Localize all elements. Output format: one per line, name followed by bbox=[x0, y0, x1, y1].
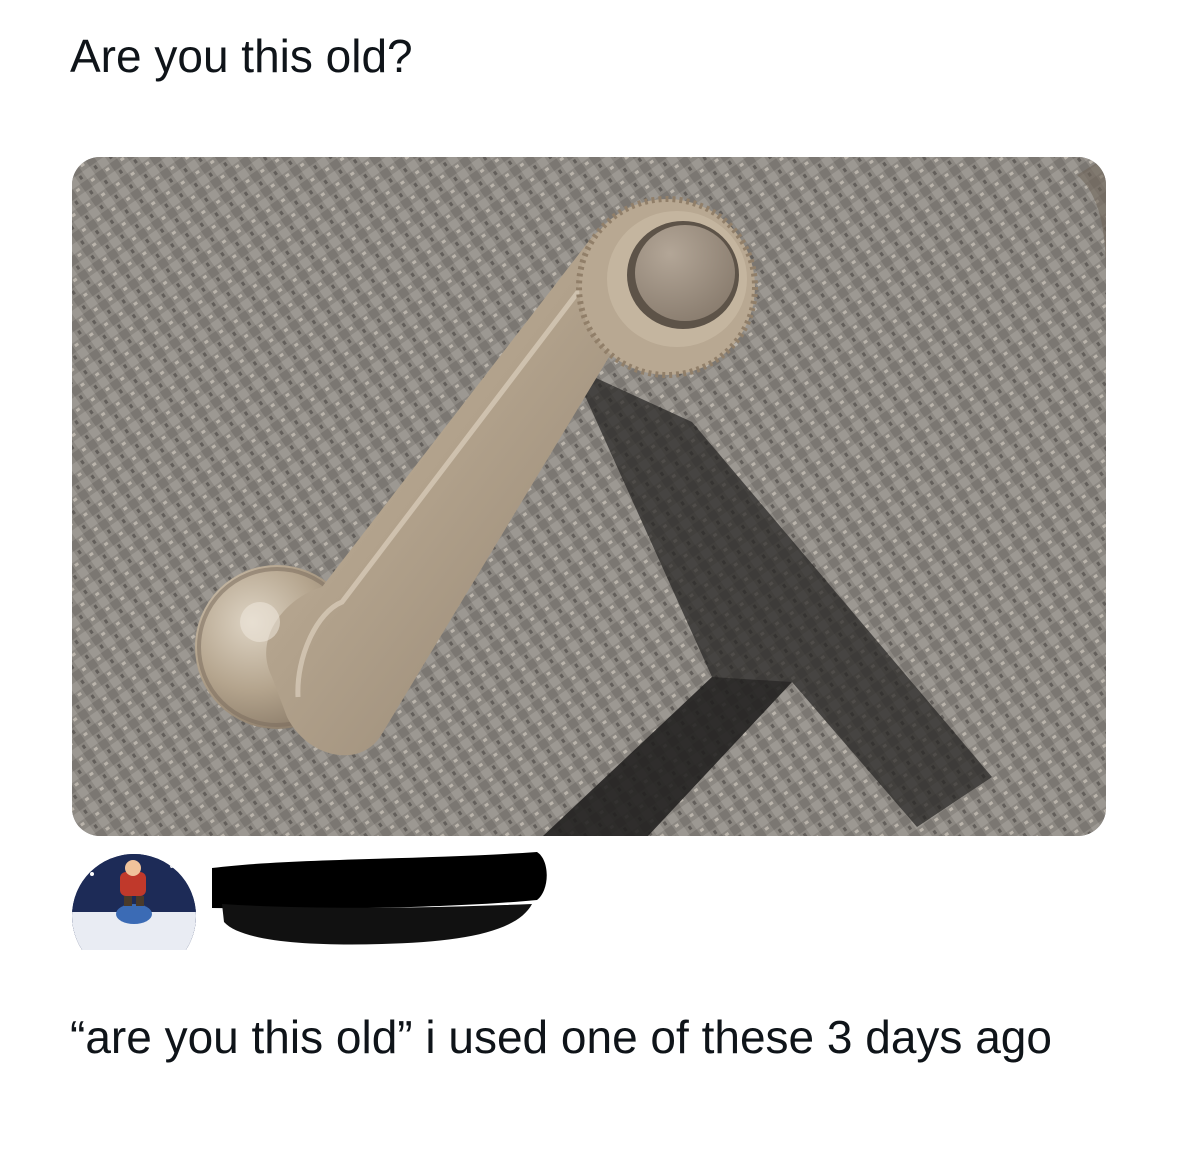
reply-author-row[interactable] bbox=[72, 850, 672, 950]
quoted-tweet-text: Are you this old? bbox=[70, 30, 413, 82]
redacted-author-name bbox=[202, 850, 552, 950]
author-avatar[interactable] bbox=[72, 854, 196, 950]
window-crank-icon bbox=[72, 157, 1106, 836]
window-crank-photo[interactable] bbox=[72, 157, 1106, 836]
cartoon-character-icon bbox=[72, 854, 196, 950]
redaction-scribble-icon bbox=[212, 852, 547, 945]
reply-tweet-text: “are you this old” i used one of these 3… bbox=[70, 1011, 1052, 1063]
